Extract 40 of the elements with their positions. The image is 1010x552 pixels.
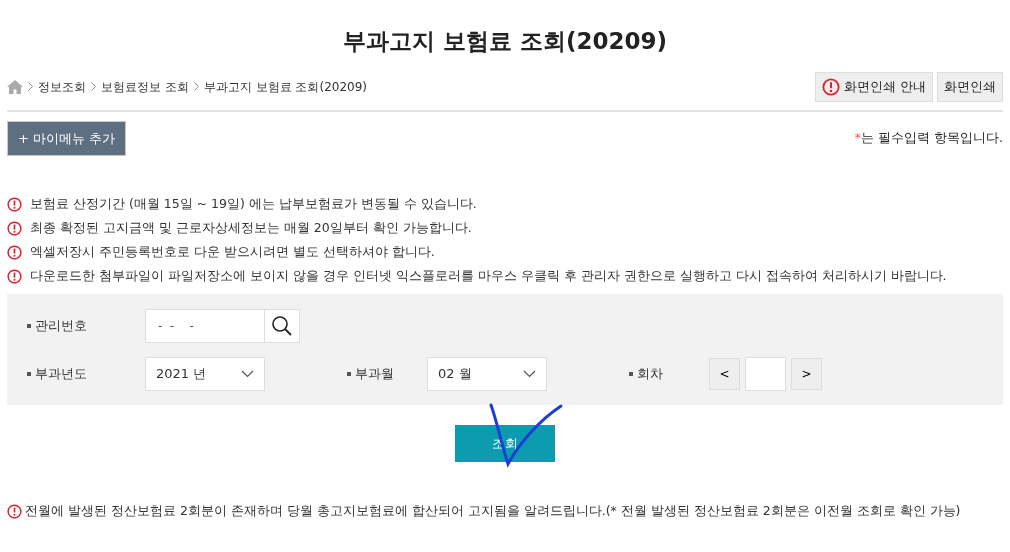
notice-text: 엑셀저장시 주민등록번호로 다운 받으시려면 별도 선택하셔야 합니다. [30, 242, 435, 261]
bullet-icon [629, 372, 633, 376]
print-button[interactable]: 화면인쇄 [937, 72, 1003, 102]
previous-button[interactable]: < [709, 358, 740, 390]
next-button[interactable]: > [791, 358, 822, 390]
field-label: 부과월 [355, 365, 394, 384]
notice-text: 보험료 산정기간 (매월 15일 ~ 19일) 에는 납부보험료가 변동될 수 있습니다. [30, 194, 477, 213]
warning-icon [821, 77, 840, 96]
warning-icon [7, 268, 22, 284]
chevron-down-icon [241, 370, 254, 378]
warning-icon [7, 196, 22, 212]
print-guide-button[interactable]: 화면인쇄 안내 [814, 72, 933, 102]
warning-icon [7, 220, 22, 236]
notice-text: 최종 확정된 고지금액 및 근로자상세정보는 매월 20일부터 확인 가능합니다. [30, 218, 472, 237]
bullet-icon [347, 372, 351, 376]
notice-text: 다운로드한 첨부파일이 파일저장소에 보이지 않을 경우 인터넷 익스플로러를 마우스 우클릭 후 관리자 권한으로 실행하고 다시 접속하여 처리하시기 바랍니다. [30, 266, 947, 285]
search-icon [271, 315, 293, 337]
chevron-right-icon [28, 82, 33, 92]
chevron-right-icon [91, 82, 96, 92]
bullet-icon [27, 324, 31, 328]
select-dropdown[interactable]: 02 월 [427, 357, 547, 391]
input-field[interactable]: - - - [145, 309, 265, 343]
field-label: 부과년도 [35, 365, 87, 384]
home-icon[interactable] [7, 79, 23, 94]
notice-text: 전월에 발생된 정산보험료 2회분이 존재하며 당월 총고지보험료에 합산되어 고지됨을 알려드립니다.(* 전월 발생된 정산보험료 2회분은 이전월 조회로 확인 가능) [25, 502, 961, 520]
add-my-menu-button[interactable]: + 마이메뉴 추가 [7, 120, 127, 156]
chevron-right-icon [193, 82, 199, 92]
field-label: 회차 [637, 365, 663, 384]
warning-icon [7, 503, 22, 519]
bullet-icon [27, 372, 31, 376]
search-button[interactable] [265, 309, 300, 343]
field-label: 관리번호 [35, 317, 87, 336]
breadcrumb-link[interactable]: 보험료정보 조회 [101, 77, 189, 96]
page-title: 부과고지 보험료 조회(20209) [341, 27, 669, 56]
chevron-down-icon [523, 370, 536, 378]
input-field[interactable] [745, 357, 786, 391]
warning-icon [7, 244, 22, 260]
required-note: *는 필수입력 항목입니다. [854, 128, 1003, 147]
breadcrumb-link[interactable]: 정보조회 [38, 77, 86, 96]
select-dropdown[interactable]: 2021 년 [145, 357, 265, 391]
